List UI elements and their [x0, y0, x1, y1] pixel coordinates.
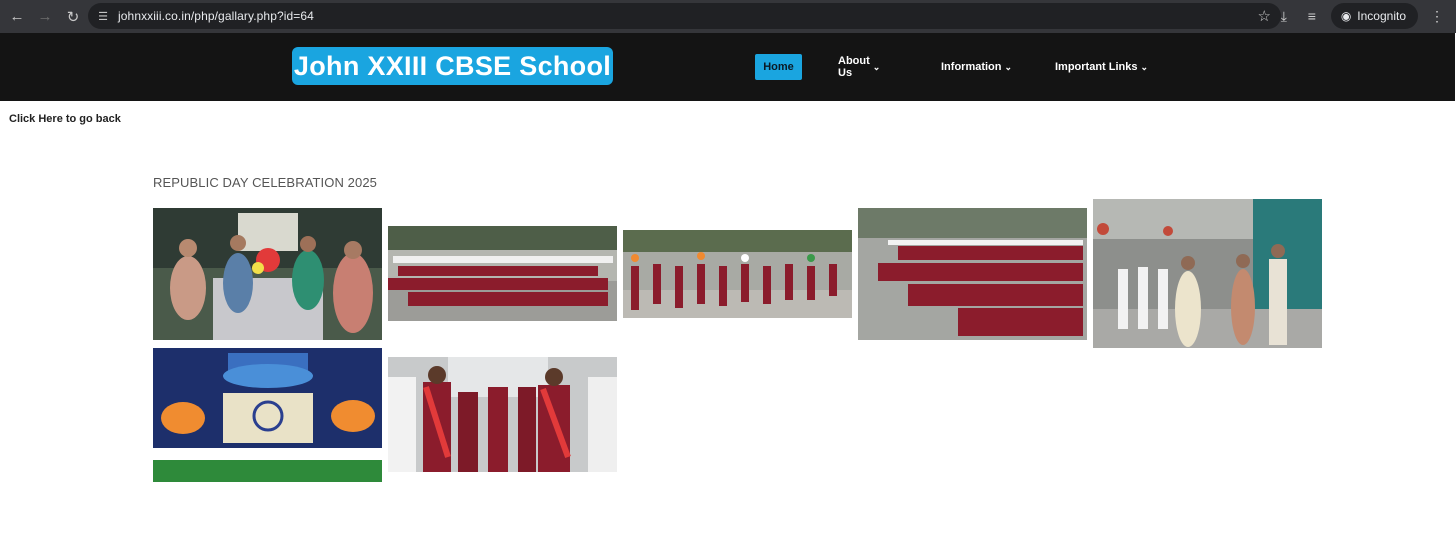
back-icon[interactable]: ←	[3, 3, 31, 31]
menu-important-links-label: Important Links	[1055, 61, 1138, 73]
school-logo[interactable]: John XXIII CBSE School	[292, 47, 613, 85]
menu-information[interactable]: Information ⌄	[941, 54, 1012, 80]
gallery-photo[interactable]	[623, 230, 852, 318]
gallery-photo[interactable]	[153, 208, 382, 340]
menu-about-us-label: About Us	[838, 55, 870, 79]
forward-icon[interactable]: →	[31, 3, 59, 31]
address-bar[interactable]: ☰ johnxxiii.co.in/php/gallary.php?id=64 …	[88, 3, 1281, 29]
menu-important-links[interactable]: Important Links ⌄	[1055, 54, 1148, 80]
incognito-badge[interactable]: ◉ Incognito	[1330, 3, 1418, 29]
browser-toolbar: ← → ↻ ☰ johnxxiii.co.in/php/gallary.php?…	[0, 0, 1456, 33]
menu-information-label: Information	[941, 61, 1002, 73]
menu-home[interactable]: Home	[755, 54, 802, 80]
chevron-down-icon: ⌄	[872, 61, 881, 72]
incognito-label: Incognito	[1357, 9, 1406, 23]
chevron-down-icon: ⌄	[1004, 61, 1013, 72]
browser-actions: ⤓ ≡ ◉ Incognito ⋮	[1271, 3, 1450, 29]
back-link[interactable]: Click Here to go back	[9, 113, 121, 125]
gallery-photo[interactable]	[388, 357, 617, 472]
incognito-icon: ◉	[1340, 9, 1352, 23]
browser-nav: ← → ↻	[3, 3, 87, 31]
chevron-down-icon: ⌄	[1140, 61, 1149, 72]
gallery-photo[interactable]	[858, 208, 1087, 340]
gallery-photo[interactable]	[153, 348, 382, 482]
download-icon[interactable]: ⤓	[1271, 3, 1297, 29]
site-header: John XXIII CBSE School Home About Us ⌄ In…	[0, 33, 1455, 101]
site-info-icon[interactable]: ☰	[96, 9, 110, 23]
bookmark-star-icon[interactable]: ☆	[1258, 7, 1271, 25]
gallery-photo[interactable]	[388, 226, 617, 321]
kebab-menu-icon[interactable]: ⋮	[1424, 3, 1450, 29]
main-menu: Home About Us ⌄ Information ⌄ Important Li…	[755, 54, 1148, 80]
reload-icon[interactable]: ↻	[59, 3, 87, 31]
menu-about-us[interactable]: About Us ⌄	[838, 54, 880, 80]
gallery-photo[interactable]	[1093, 199, 1322, 348]
gallery-title: REPUBLIC DAY CELEBRATION 2025	[153, 175, 377, 190]
url-text[interactable]: johnxxiii.co.in/php/gallary.php?id=64	[118, 9, 314, 23]
reading-list-icon[interactable]: ≡	[1299, 3, 1325, 29]
